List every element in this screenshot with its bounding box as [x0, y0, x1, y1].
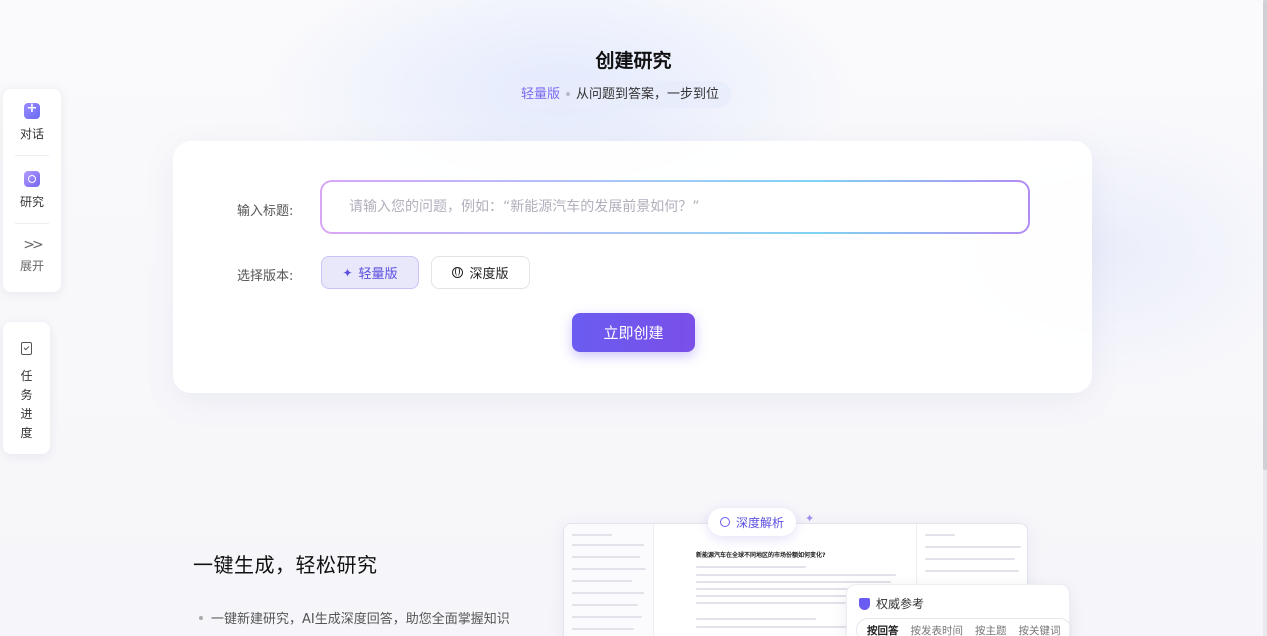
sidebar-item-expand[interactable]: >> 展开 — [3, 237, 61, 274]
sidebar-rail: 对话 研究 >> 展开 — [3, 89, 61, 292]
globe-icon — [452, 267, 464, 278]
authority-title: 权威参考 — [859, 595, 924, 612]
title-input-frame — [320, 180, 1030, 234]
version-lite-label: 轻量版 — [358, 267, 398, 282]
tab-by-topic: 按主题 — [975, 624, 1007, 636]
version-lite-button[interactable]: ✦ 轻量版 — [321, 256, 419, 289]
magnifier-icon — [720, 517, 730, 527]
preview-line — [925, 570, 1019, 572]
subtitle-text: 从问题到答案，一步到位 — [576, 87, 720, 102]
feature-title: 一键生成，轻松研究 — [193, 549, 378, 581]
sidebar-item-label: 展开 — [19, 259, 44, 273]
page-subtitle: 轻量版 从问题到答案，一步到位 — [509, 81, 732, 108]
shield-icon — [859, 597, 870, 610]
sidebar-divider — [15, 155, 49, 156]
sidebar-divider — [15, 223, 49, 224]
preview-line — [696, 602, 846, 604]
preview-line — [572, 556, 640, 558]
preview-line — [572, 592, 644, 594]
preview-line — [696, 581, 891, 583]
tab-by-publish-time: 按发表时间 — [910, 624, 964, 636]
preview-line — [925, 558, 1015, 560]
task-progress-char: 务 — [20, 388, 33, 402]
version-label: 选择版本: — [237, 269, 294, 284]
preview-line — [572, 604, 638, 606]
subtitle-dot — [566, 91, 571, 96]
create-now-button[interactable]: 立即创建 — [572, 313, 695, 352]
preview-line — [572, 568, 646, 570]
create-research-card: 输入标题: 选择版本: ✦ 轻量版 深度版 立即创建 — [173, 141, 1092, 393]
page-title: 创建研究 — [595, 50, 672, 72]
tab-by-keyword: 按关键词 — [1018, 624, 1061, 636]
title-label: 输入标题: — [237, 204, 294, 219]
task-progress-char: 进 — [20, 407, 33, 421]
preview-line — [696, 574, 896, 576]
authority-reference-card: 权威参考 按回答 按发表时间 按主题 按关键词 — [846, 584, 1072, 636]
sidebar-item-research[interactable]: 研究 — [3, 171, 61, 210]
task-doc-icon — [21, 342, 32, 355]
tab-by-answer: 按回答 — [867, 624, 899, 636]
version-deep-label: 深度版 — [469, 267, 509, 282]
preview-line — [572, 628, 634, 630]
sidebar-item-chat[interactable]: 对话 — [3, 101, 61, 142]
preview-line — [925, 534, 955, 536]
preview-heading: 新能源汽车在全球不同地区的市场份额如何变化? — [696, 552, 826, 559]
sidebar-item-label: 研究 — [19, 195, 44, 209]
double-chevron-right-icon: >> — [23, 237, 44, 253]
preview-line — [572, 580, 632, 582]
chat-plus-icon — [24, 101, 40, 119]
preview-line — [572, 544, 644, 546]
deep-analysis-badge: 深度解析 — [708, 508, 797, 536]
authority-title-text: 权威参考 — [876, 597, 925, 611]
subtitle-version: 轻量版 — [521, 87, 561, 102]
authority-tabs: 按回答 按发表时间 按主题 按关键词 — [856, 618, 1072, 636]
sidebar-item-label: 对话 — [19, 127, 44, 141]
feature-bullet-text: 一键新建研究，AI生成深度回答，助您全面掌握知识 — [211, 612, 510, 627]
page-scrollbar[interactable] — [1263, 0, 1267, 636]
preview-line — [572, 616, 642, 618]
version-deep-button[interactable]: 深度版 — [431, 256, 530, 289]
sparkle-icon: ✦ — [805, 512, 815, 525]
deep-analysis-label: 深度解析 — [736, 515, 785, 530]
sparkle-icon: ✦ — [342, 265, 353, 280]
research-icon — [24, 171, 40, 187]
feature-bullet: 一键新建研究，AI生成深度回答，助您全面掌握知识 — [199, 608, 510, 627]
title-input[interactable] — [322, 182, 1028, 232]
preview-line — [696, 618, 816, 620]
task-progress-char: 度 — [20, 426, 33, 440]
preview-line — [572, 534, 612, 536]
preview-line — [696, 566, 806, 568]
bullet-dot — [199, 616, 203, 620]
preview-line — [925, 546, 1021, 548]
preview-sidebar — [564, 524, 654, 636]
task-progress-panel[interactable]: 任 务 进 度 — [3, 322, 50, 454]
task-progress-char: 任 — [20, 369, 33, 383]
